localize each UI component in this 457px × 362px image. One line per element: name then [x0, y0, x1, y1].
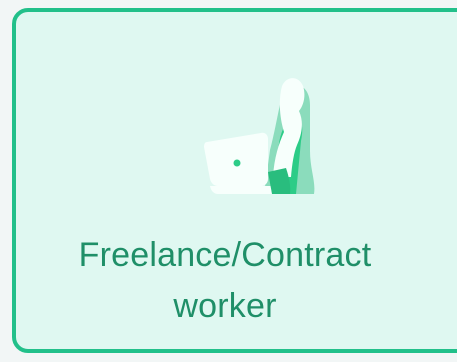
page: Freelance/Contract worker [0, 0, 457, 362]
option-label-line-2: worker [173, 287, 277, 325]
option-label-line-1: Freelance/Contract [78, 236, 372, 274]
freelance-contract-worker-option[interactable]: Freelance/Contract worker [12, 8, 457, 353]
option-label: Freelance/Contract worker [16, 230, 434, 332]
freelancer-with-laptop-icon [204, 78, 315, 194]
